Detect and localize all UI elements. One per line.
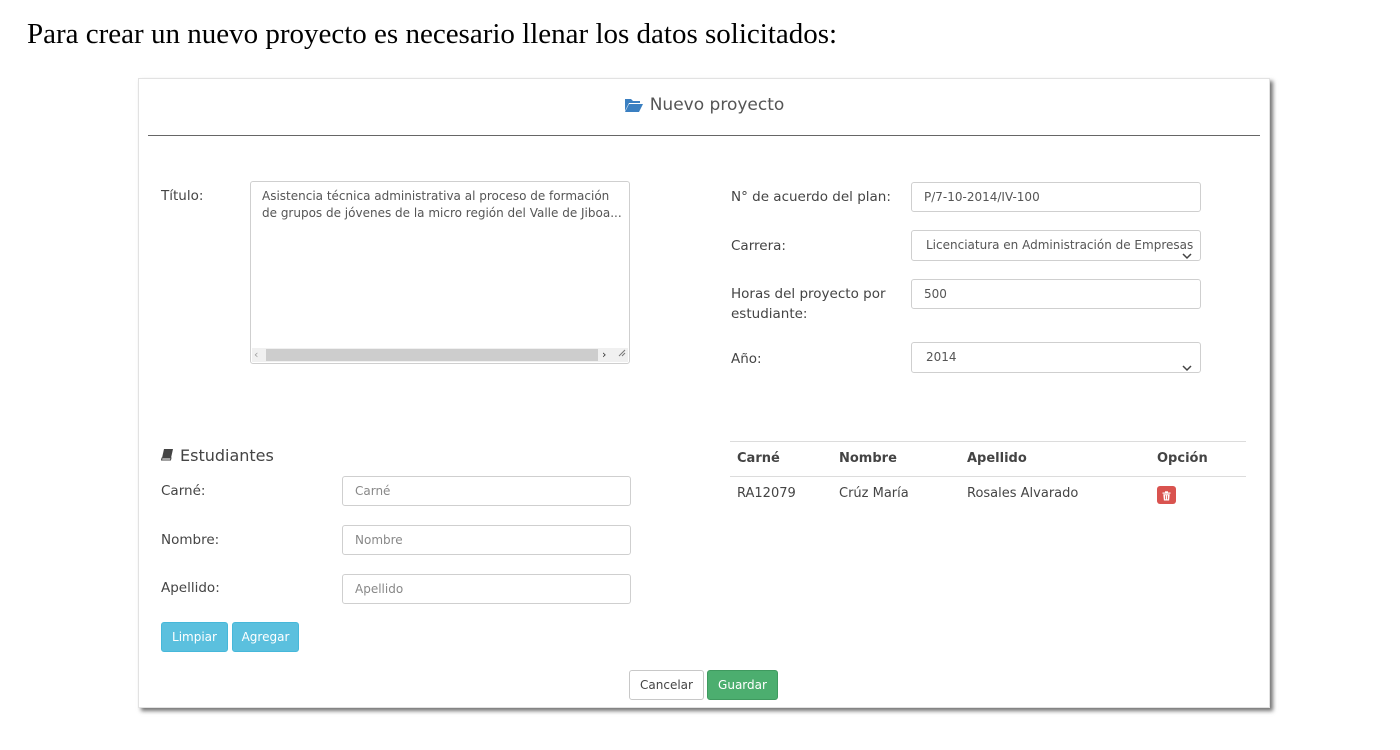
nombre-input[interactable] — [342, 525, 631, 555]
cell-nombre: Crúz María — [839, 486, 909, 501]
panel-header: Nuevo proyecto — [139, 95, 1269, 115]
resize-grip-icon[interactable] — [617, 342, 626, 361]
save-button[interactable]: Guardar — [707, 670, 778, 700]
add-student-button[interactable]: Agregar — [232, 622, 299, 652]
apellido-input[interactable] — [342, 574, 631, 604]
scroll-left-icon[interactable]: ‹ — [254, 349, 258, 361]
textarea-horizontal-scrollbar[interactable]: ‹ › — [252, 348, 628, 362]
header-nombre: Nombre — [839, 451, 897, 466]
titulo-text: Asistencia técnica administrativa al pro… — [262, 189, 622, 220]
titulo-label: Título: — [161, 188, 204, 204]
book-icon — [160, 446, 174, 465]
acuerdo-input[interactable] — [911, 182, 1201, 212]
document-intro-text: Para crear un nuevo proyecto es necesari… — [27, 18, 838, 50]
anio-label: Año: — [731, 351, 762, 367]
header-carne: Carné — [737, 451, 780, 466]
cell-carne: RA12079 — [737, 486, 796, 501]
folder-open-icon — [624, 97, 644, 113]
scrollbar-thumb[interactable] — [266, 349, 598, 361]
students-section-label: Estudiantes — [180, 446, 274, 465]
apellido-label: Apellido: — [161, 580, 220, 596]
scroll-right-icon[interactable]: › — [602, 349, 606, 361]
horas-input[interactable] — [911, 279, 1201, 309]
horas-label-line1: Horas del proyecto por — [731, 286, 886, 302]
nombre-label: Nombre: — [161, 532, 220, 548]
trash-icon — [1162, 486, 1171, 505]
delete-row-button[interactable] — [1157, 486, 1176, 504]
students-section-title: Estudiantes — [160, 446, 274, 465]
carrera-label: Carrera: — [731, 238, 786, 254]
students-table: Carné Nombre Apellido Opción RA12079 Crú… — [730, 441, 1246, 511]
panel-title: Nuevo proyecto — [649, 95, 785, 115]
header-opcion: Opción — [1157, 451, 1208, 466]
new-project-panel: Nuevo proyecto Título: Asistencia técnic… — [138, 78, 1270, 708]
cancel-button[interactable]: Cancelar — [629, 670, 704, 700]
anio-selected-value: 2014 — [926, 350, 957, 364]
acuerdo-label: N° de acuerdo del plan: — [731, 189, 891, 205]
titulo-textarea[interactable]: Asistencia técnica administrativa al pro… — [250, 181, 630, 364]
carne-label: Carné: — [161, 483, 206, 499]
header-divider — [148, 135, 1260, 136]
table-header-row: Carné Nombre Apellido Opción — [730, 441, 1246, 476]
header-apellido: Apellido — [967, 451, 1027, 466]
table-row: RA12079 Crúz María Rosales Alvarado — [730, 476, 1246, 511]
carrera-select[interactable]: Licenciatura en Administración de Empres… — [911, 230, 1201, 261]
carrera-selected-value: Licenciatura en Administración de Empres… — [926, 238, 1194, 252]
clear-button[interactable]: Limpiar — [161, 622, 228, 652]
chevron-down-icon — [1182, 242, 1192, 260]
cell-apellido: Rosales Alvarado — [967, 486, 1079, 501]
horas-label-line2: estudiante: — [731, 306, 808, 322]
chevron-down-icon — [1182, 354, 1192, 372]
carne-input[interactable] — [342, 476, 631, 506]
anio-select[interactable]: 2014 — [911, 342, 1201, 373]
